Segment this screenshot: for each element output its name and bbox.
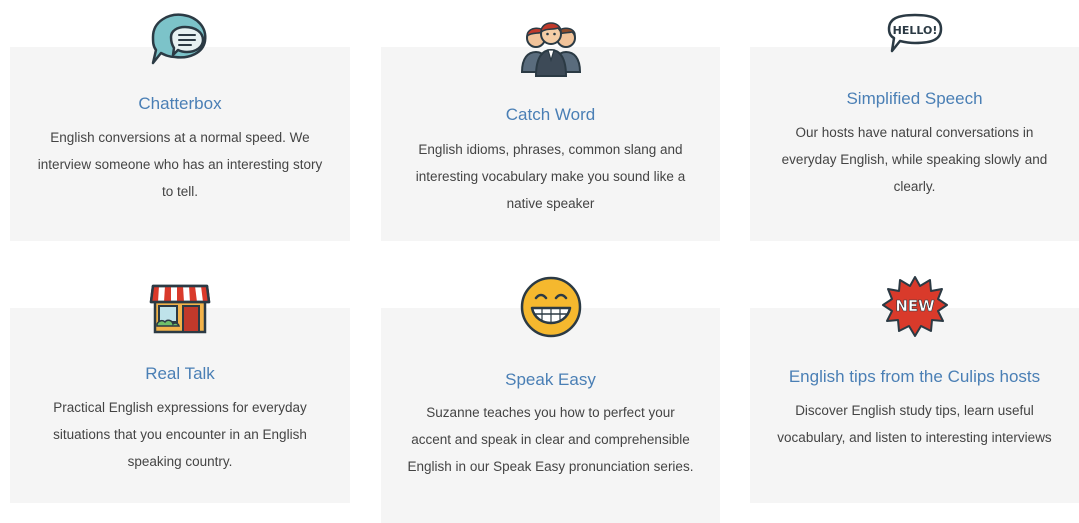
card-speak-easy[interactable]: Speak Easy Suzanne teaches you how to pe… (381, 276, 720, 523)
smiley-face-icon (516, 272, 586, 342)
new-badge-text: NEW (895, 297, 935, 315)
speech-bubble-icon (145, 7, 215, 77)
card-description: Our hosts have natural conversations in … (781, 125, 1048, 194)
card-description: Discover English study tips, learn usefu… (777, 403, 1052, 445)
card-description: Practical English expressions for everyd… (53, 400, 307, 469)
card-title[interactable]: Simplified Speech (750, 89, 1079, 109)
card-title[interactable]: Real Talk (10, 364, 350, 384)
card-description: Suzanne teaches you how to perfect your … (407, 405, 694, 474)
hello-bubble-text: HELLO! (892, 24, 937, 37)
card-simplified-speech[interactable]: HELLO! Simplified Speech Our hosts have … (750, 13, 1079, 241)
card-english-tips[interactable]: NEW English tips from the Culips hosts D… (750, 276, 1079, 503)
card-title[interactable]: Speak Easy (381, 370, 720, 390)
card-title[interactable]: English tips from the Culips hosts (750, 367, 1079, 387)
people-group-icon (516, 10, 586, 80)
card-catch-word[interactable]: Catch Word English idioms, phrases, comm… (381, 22, 720, 241)
card-description: English conversions at a normal speed. W… (37, 130, 323, 199)
card-real-talk[interactable]: Real Talk Practical English expressions … (10, 284, 350, 503)
new-badge-icon: NEW (880, 272, 950, 342)
card-chatterbox[interactable]: Chatterbox English conversions at a norm… (10, 13, 350, 241)
hello-bubble-icon: HELLO! (883, 7, 947, 77)
card-title[interactable]: Catch Word (381, 105, 720, 125)
storefront-icon (145, 270, 215, 340)
card-description: English idioms, phrases, common slang an… (415, 142, 686, 211)
card-title[interactable]: Chatterbox (10, 94, 350, 114)
